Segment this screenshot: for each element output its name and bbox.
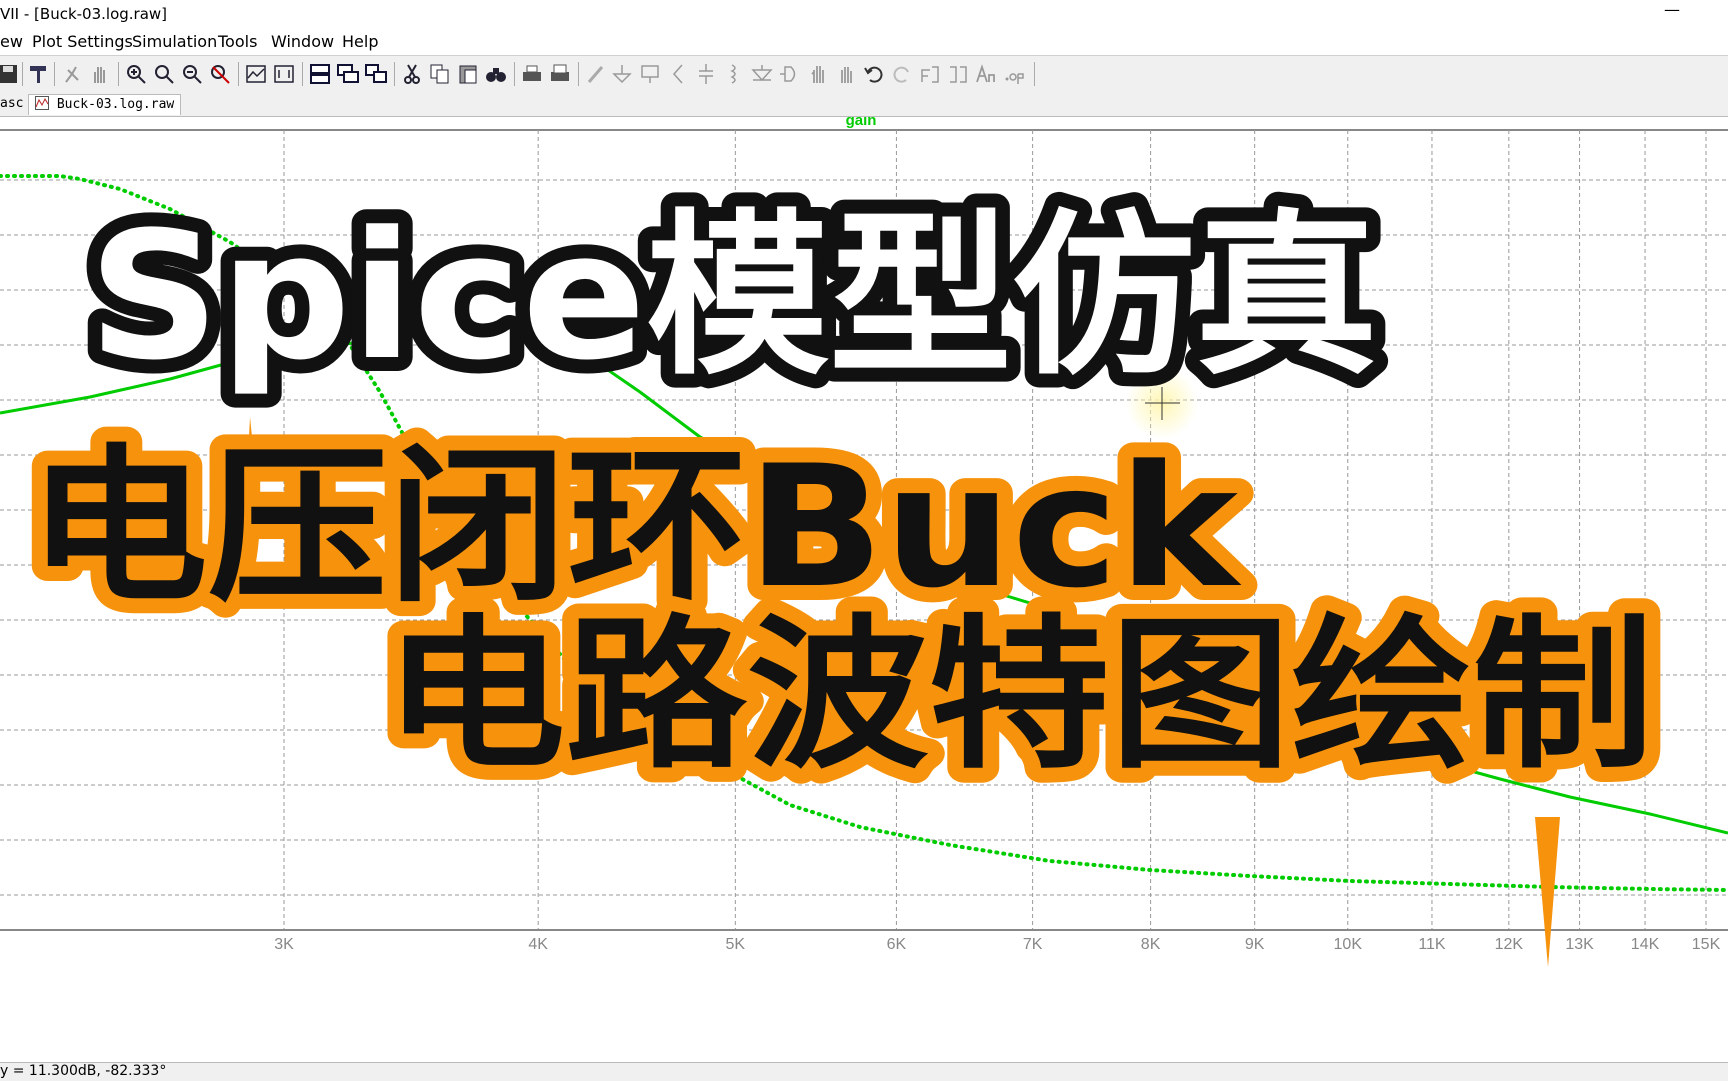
save-icon[interactable] (0, 62, 20, 86)
overlay-subtitle-2: 电路波特图绘制 (384, 600, 1654, 791)
find-icon[interactable] (484, 62, 508, 86)
paste-icon[interactable] (456, 62, 480, 86)
cascade-icon[interactable] (336, 62, 360, 86)
zoom-out-icon[interactable] (180, 62, 204, 86)
cursor-readout: y = 11.300dB, -82.333° (0, 1063, 167, 1079)
tile-vertical-icon[interactable] (364, 62, 388, 86)
zoom-in-icon[interactable] (124, 62, 148, 86)
minimize-button[interactable]: — (1664, 0, 1680, 19)
move-icon[interactable] (806, 62, 830, 86)
waveform-plot[interactable]: gain 3K 4K 5K 6K 7K 8K 9K 10K 11K 12K 13K 14K 15K Sp… (0, 112, 1728, 1061)
halt-icon[interactable] (88, 62, 112, 86)
mirror-icon[interactable] (946, 62, 970, 86)
window-title: VII - [Buck-03.log.raw] (0, 5, 168, 23)
menu-tools[interactable]: Tools (218, 32, 257, 51)
inductor-icon[interactable] (722, 62, 746, 86)
drag-icon[interactable] (834, 62, 858, 86)
title-bar: VII - [Buck-03.log.raw] — (0, 0, 1728, 28)
document-tabs: asc Buck-03.log.raw (0, 92, 1728, 117)
spice-directive-icon[interactable] (1002, 62, 1026, 86)
ground-icon[interactable] (610, 62, 634, 86)
label-icon[interactable] (638, 62, 662, 86)
component-icon[interactable] (778, 62, 802, 86)
tab-raw-plot[interactable]: Buck-03.log.raw (28, 94, 182, 115)
zoom-area-icon[interactable] (152, 62, 176, 86)
print-icon[interactable] (520, 62, 544, 86)
cut-icon[interactable] (400, 62, 424, 86)
menu-window[interactable]: Window (271, 32, 334, 51)
rotate-icon[interactable] (918, 62, 942, 86)
tab-schematic[interactable]: asc (0, 94, 29, 114)
toolbar (0, 55, 1728, 93)
diode-icon[interactable] (750, 62, 774, 86)
status-bar: y = 11.300dB, -82.333° (0, 1062, 1728, 1081)
zoom-cancel-icon[interactable] (208, 62, 232, 86)
overlay-subtitle-1: 电压闭环Buck (28, 429, 1241, 625)
waveform-icon (35, 96, 49, 110)
menu-bar: ew Plot Settings Simulation Tools Window… (0, 28, 1728, 54)
hammer-icon[interactable] (26, 62, 50, 86)
orange-spike-decoration (1535, 817, 1560, 967)
menu-help[interactable]: Help (342, 32, 378, 51)
run-icon[interactable] (60, 62, 84, 86)
resistor-icon[interactable] (666, 62, 690, 86)
redo-icon[interactable] (890, 62, 914, 86)
undo-icon[interactable] (862, 62, 886, 86)
copy-icon[interactable] (428, 62, 452, 86)
print-preview-icon[interactable] (548, 62, 572, 86)
text-icon[interactable] (974, 62, 998, 86)
autorange-icon[interactable] (244, 62, 268, 86)
overlay-title: Spice模型仿真 (88, 194, 1378, 399)
title-overlay: Spice模型仿真 电压闭环Buck 电路波特图绘制 (13, 180, 1669, 967)
manual-limits-icon[interactable] (272, 62, 296, 86)
tab-label: Buck-03.log.raw (56, 97, 175, 112)
menu-simulation[interactable]: Simulation (132, 32, 217, 51)
menu-view[interactable]: ew (0, 32, 23, 51)
capacitor-icon[interactable] (694, 62, 718, 86)
tile-horizontal-icon[interactable] (308, 62, 332, 86)
menu-plot-settings[interactable]: Plot Settings (32, 32, 133, 51)
pencil-icon[interactable] (584, 62, 608, 86)
